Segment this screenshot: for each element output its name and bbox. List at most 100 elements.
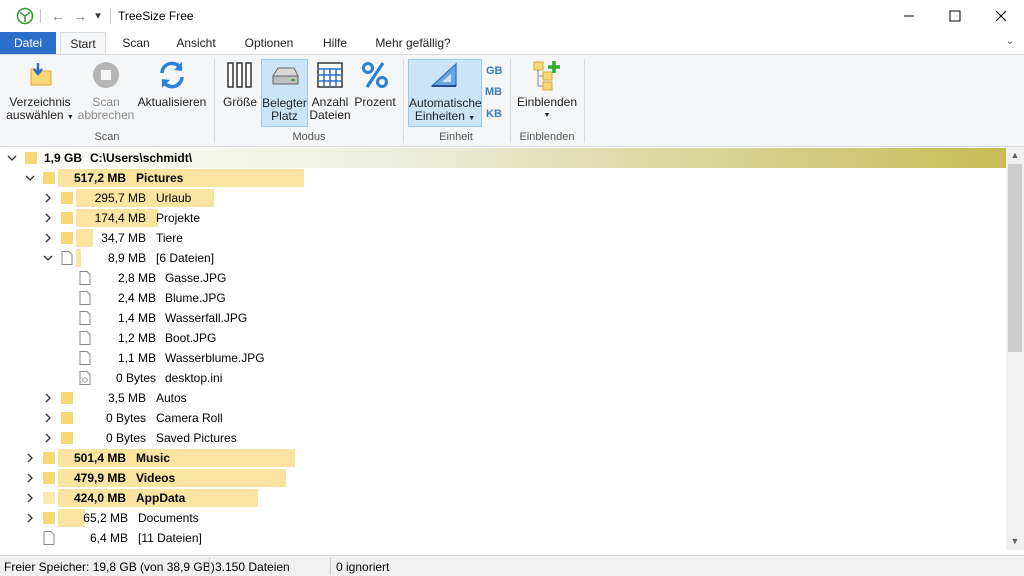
auto-units-button[interactable]: Automatische Einheiten ▼	[408, 59, 482, 127]
unit-kb-button[interactable]: KB	[486, 108, 502, 120]
tree-row[interactable]: 1,1 MB Wasserblume.JPG	[0, 348, 1006, 368]
tree-row[interactable]: 3,5 MB Autos	[0, 388, 1006, 408]
tree-size: 0 Bytes	[105, 411, 146, 425]
tree-row[interactable]: 1,2 MB Boot.JPG	[0, 328, 1006, 348]
scroll-down-icon[interactable]: ▼	[1006, 533, 1024, 550]
mode-file-count-button[interactable]: Anzahl Dateien	[309, 59, 351, 122]
tree-row[interactable]: 479,9 MB Videos	[0, 468, 1006, 488]
tree-row[interactable]: 0 Bytes Saved Pictures	[0, 428, 1006, 448]
select-directory-button[interactable]: Verzeichnis auswählen ▼	[6, 59, 74, 124]
scroll-up-icon[interactable]: ▲	[1006, 147, 1024, 164]
tab-hilfe[interactable]: Hilfe	[314, 32, 356, 54]
tree-name: Projekte	[156, 211, 201, 225]
tree-size: 0 Bytes	[105, 431, 146, 445]
ribbon-separator	[584, 59, 585, 143]
tree-size: 1,2 MB	[117, 331, 156, 345]
chevron-right-icon[interactable]	[42, 231, 54, 245]
cancel-scan-button[interactable]: Scan abbrechen	[76, 59, 136, 122]
tree-row[interactable]: 501,4 MB Music	[0, 448, 1006, 468]
chevron-right-icon[interactable]	[24, 451, 36, 465]
tree-row[interactable]: 34,7 MB Tiere	[0, 228, 1006, 248]
folder-icon	[61, 412, 73, 424]
tree-row[interactable]: 424,0 MB AppData	[0, 488, 1006, 508]
tree-size: 501,4 MB	[73, 451, 126, 465]
tab-datei[interactable]: Datei	[0, 32, 56, 54]
chevron-down-icon[interactable]	[24, 171, 36, 185]
chevron-right-icon[interactable]	[24, 471, 36, 485]
customize-quick-access-icon[interactable]: ▾	[89, 6, 107, 26]
status-free-space: Freier Speicher: 19,8 GB (von 38,9 GB)	[4, 560, 215, 574]
tree-name: Blume.JPG	[165, 291, 226, 305]
tab-optionen[interactable]: Optionen	[238, 32, 300, 54]
minimize-icon	[904, 15, 914, 17]
tab-start[interactable]: Start	[60, 32, 106, 55]
ribbon-separator	[510, 59, 511, 143]
chevron-right-icon[interactable]	[42, 211, 54, 225]
show-button[interactable]: Einblenden ▼	[516, 59, 578, 122]
mode-allocated-label-2: Platz	[271, 109, 298, 123]
tree-size: 2,4 MB	[117, 291, 156, 305]
chevron-right-icon[interactable]	[42, 411, 54, 425]
chevron-right-icon[interactable]	[42, 191, 54, 205]
tree-row[interactable]: 65,2 MB Documents	[0, 508, 1006, 528]
percent-icon	[362, 62, 388, 88]
chevron-down-icon[interactable]	[42, 251, 54, 265]
status-separator	[209, 558, 210, 575]
tree-row[interactable]: 1,4 MB Wasserfall.JPG	[0, 308, 1006, 328]
forward-arrow-icon[interactable]: →	[71, 6, 89, 26]
maximize-button[interactable]	[932, 0, 978, 32]
tree-size: 1,1 MB	[117, 351, 156, 365]
tab-mehr-gefaellig[interactable]: Mehr gefällig?	[370, 32, 456, 54]
file-icon	[79, 351, 91, 365]
folder-icon	[43, 472, 55, 484]
chevron-right-icon[interactable]	[24, 491, 36, 505]
folder-icon	[61, 192, 73, 204]
auto-units-label-2: Einheiten	[414, 109, 465, 123]
close-button[interactable]	[978, 0, 1024, 32]
tree-row[interactable]: 6,4 MB [11 Dateien]	[0, 528, 1006, 548]
status-separator	[330, 558, 331, 575]
tree-row[interactable]: 2,8 MB Gasse.JPG	[0, 268, 1006, 288]
tree-row-root[interactable]: 1,9 GB C:\Users\schmidt\	[0, 148, 1006, 168]
vertical-scrollbar[interactable]: ▲ ▼	[1006, 147, 1024, 550]
folder-icon	[61, 232, 73, 244]
chevron-right-icon[interactable]	[42, 431, 54, 445]
refresh-button[interactable]: Aktualisieren	[136, 59, 208, 109]
file-icon	[79, 271, 91, 285]
tree-row[interactable]: 2,4 MB Blume.JPG	[0, 288, 1006, 308]
folder-icon	[43, 492, 55, 504]
tree-row[interactable]: 8,9 MB [6 Dateien]	[0, 248, 1006, 268]
tree-name: Tiere	[156, 231, 183, 245]
tree-row[interactable]: 517,2 MB Pictures	[0, 168, 1006, 188]
tree-size: 8,9 MB	[107, 251, 146, 265]
tree-row[interactable]: 0 Bytes Camera Roll	[0, 408, 1006, 428]
tree-name: Pictures	[136, 171, 184, 185]
window-title: TreeSize Free	[118, 9, 194, 23]
tree-name: [6 Dateien]	[156, 251, 215, 265]
tree-row[interactable]: 174,4 MB Projekte	[0, 208, 1006, 228]
chevron-right-icon[interactable]	[24, 511, 36, 525]
chevron-right-icon[interactable]	[42, 391, 54, 405]
select-directory-label-2: auswählen	[6, 108, 64, 122]
unit-mb-button[interactable]: MB	[485, 86, 502, 98]
back-arrow-icon[interactable]: ←	[49, 6, 67, 26]
minimize-button[interactable]	[886, 0, 932, 32]
file-icon	[79, 291, 91, 305]
tab-scan[interactable]: Scan	[116, 32, 156, 54]
mode-group-label: Modus	[292, 131, 326, 143]
chevron-down-icon[interactable]	[6, 151, 18, 165]
tree-row[interactable]: 0 Bytes desktop.ini	[0, 368, 1006, 388]
stop-icon	[93, 62, 119, 88]
show-group-label: Einblenden	[519, 131, 575, 143]
mode-allocated-space-button[interactable]: Belegter Platz	[261, 59, 308, 127]
tab-ansicht[interactable]: Ansicht	[170, 32, 222, 54]
mode-percent-button[interactable]: Prozent	[353, 59, 397, 109]
ribbon-collapse-icon[interactable]: ⌄	[1006, 36, 1014, 47]
ribbon-separator	[214, 59, 215, 143]
mode-size-button[interactable]: Größe	[220, 59, 260, 109]
unit-gb-button[interactable]: GB	[486, 65, 503, 77]
scrollbar-thumb[interactable]	[1008, 164, 1022, 352]
tree-row[interactable]: 295,7 MB Urlaub	[0, 188, 1006, 208]
grid-count-icon	[317, 62, 343, 88]
treesize-logo-icon[interactable]	[16, 7, 34, 25]
